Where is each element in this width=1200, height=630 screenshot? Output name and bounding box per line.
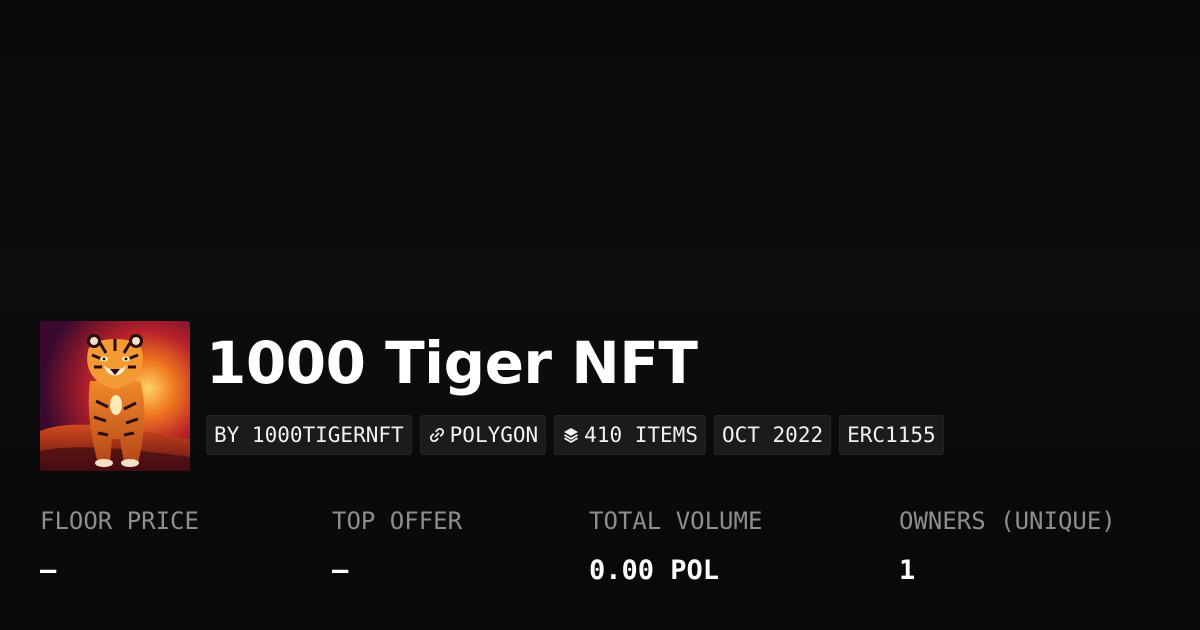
date-badge-label: OCT 2022 [721,423,824,447]
creator-badge[interactable]: BY 1000TIGERNFT [206,415,412,455]
stat-top-offer: TOP OFFER – [332,506,462,586]
chain-badge[interactable]: POLYGON [419,415,547,455]
stat-owners: OWNERS (UNIQUE) 1 [899,506,1116,586]
standard-badge: ERC1155 [839,415,944,455]
stat-floor-price-value: – [40,555,57,586]
items-badge-label: 410 ITEMS [584,423,698,447]
collection-card: 1000 Tiger NFT BY 1000TIGERNFT POLYGON 4… [0,0,1200,630]
stat-top-offer-label: TOP OFFER [332,507,463,535]
tiger-avatar-image [40,321,190,471]
creator-badge-label: BY 1000TIGERNFT [214,423,404,447]
stat-total-volume: TOTAL VOLUME 0.00 POL [589,506,762,586]
stat-floor-price-label: FLOOR PRICE [40,507,199,535]
collection-avatar [40,321,190,471]
stat-floor-price: FLOOR PRICE – [40,506,199,586]
stat-owners-value: 1 [899,555,916,586]
date-badge: OCT 2022 [713,415,832,455]
collection-badges: BY 1000TIGERNFT POLYGON 410 ITEMS OCT 20… [206,415,944,455]
stat-top-offer-value: – [332,555,349,586]
layers-icon [562,426,580,444]
collection-title: 1000 Tiger NFT [206,329,698,397]
stat-owners-label: OWNERS (UNIQUE) [899,507,1116,535]
stat-total-volume-label: TOTAL VOLUME [589,507,763,535]
stat-total-volume-value: 0.00 POL [589,555,720,586]
items-badge[interactable]: 410 ITEMS [554,415,706,455]
polygon-link-icon [428,426,446,444]
chain-badge-label: POLYGON [449,423,539,447]
standard-badge-label: ERC1155 [847,423,936,447]
